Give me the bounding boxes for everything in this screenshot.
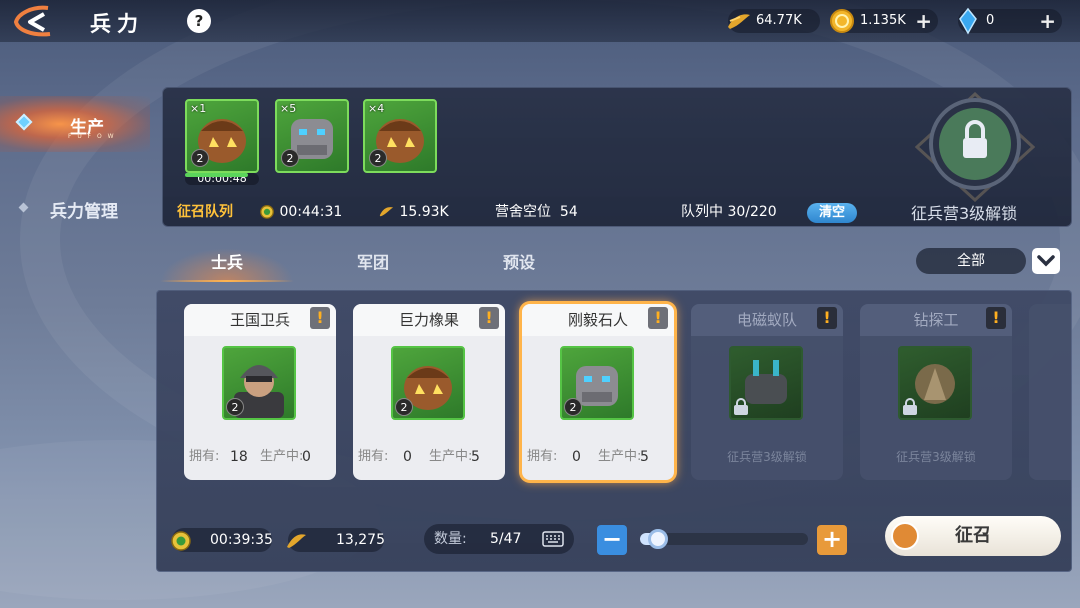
lock-icon [903,398,917,415]
sidebar-item-production[interactable]: 生产 F U F O W [0,96,150,152]
unit-level: 2 [191,149,209,167]
unlock-requirement: 征兵营3级解锁 [896,450,976,464]
stopwatch-icon [260,205,274,219]
queue-unit[interactable]: ×4 2 [363,99,437,173]
page-title: 兵力 [90,12,144,36]
unit-portrait: 2 [391,346,465,420]
current-unit-timer: 00:00:48 [185,173,259,185]
sidebar-item-troop-management[interactable]: 兵力管理 [0,190,150,226]
unit-tabs: 士兵 军团 预设 [160,248,700,282]
unlock-requirement: 征兵营3级解锁 [727,450,807,464]
info-alert-icon[interactable]: ! [817,307,837,329]
add-crystal-button[interactable]: + [1039,9,1056,33]
gold-value: 1.135K [860,13,906,28]
unit-count: ×1 [190,102,207,115]
queue-count: 队列中 30/220 [681,204,777,220]
filter-toggle-button[interactable] [1032,248,1060,274]
info-alert-icon[interactable]: ! [310,307,330,329]
queue-food-cost: 15.93K [377,200,449,224]
queue-label: 征召队列 [177,204,233,220]
unit-card-kingdom-guard[interactable]: 王国卫兵 ! 2 拥有: 18 生产中: 0 [184,304,336,480]
unit-level: 2 [226,398,244,416]
recruit-emblem-icon [891,522,919,550]
quantity-slider[interactable] [640,529,808,549]
food-value: 64.77K [756,13,802,28]
lock-icon [734,398,748,415]
unit-card-driller[interactable]: 钻探工 ! 征兵营3级解锁 [860,304,1012,480]
recruit-time: 00:39:35 [171,528,273,552]
food-resource: 64.77K [728,9,820,33]
crystal-value: 0 [986,13,995,28]
queue-unit[interactable]: ×5 2 [275,99,349,173]
chevron-down-icon [1037,255,1055,267]
back-icon[interactable] [8,2,60,40]
info-alert-icon[interactable]: ! [479,307,499,329]
unit-card-partial[interactable] [1029,304,1071,480]
unit-level: 2 [281,149,299,167]
barracks-lock-text: 征兵营3级解锁 [911,204,1018,223]
queue-total-time: 00:44:31 [259,200,342,224]
recruit-button[interactable]: 征召 [885,516,1061,556]
blue-crystal-icon [959,7,977,35]
unit-count: ×5 [280,102,297,115]
diamond-icon [15,113,33,131]
info-alert-icon[interactable]: ! [986,307,1006,329]
food-icon [287,534,306,548]
unit-portrait [898,346,972,420]
slider-handle[interactable] [647,529,668,549]
unit-portrait: 2 [560,346,634,420]
crystal-resource: 0 + [958,7,1062,35]
diamond-icon [18,202,29,213]
clear-queue-button[interactable]: 清空 [807,203,857,223]
recruit-food-cost: 13,275 [287,528,385,552]
tab-presets[interactable]: 预设 [452,248,586,282]
sidebar-item-sublabel: F U F O W [68,133,116,140]
unit-portrait: 2 [222,346,296,420]
unit-level: 2 [369,149,387,167]
stopwatch-icon [171,531,191,551]
locked-barracks-icon [915,92,1035,202]
unit-stats: 拥有: 0 生产中: 5 [527,449,649,465]
increase-button[interactable]: + [817,525,847,555]
recruit-queue-panel: ×1 2 ×5 2 ×4 2 00:00:48 征召队列 00:44:31 15… [162,87,1072,227]
unit-card-mighty-acorn[interactable]: 巨力橡果 ! 2 拥有: 0 生产中: 5 [353,304,505,480]
gold-resource: 1.135K + [830,9,938,33]
food-icon [379,207,394,217]
unit-card-steadfast-golem[interactable]: 刚毅石人 ! 2 拥有: 0 生产中: 5 [522,304,674,480]
filter-dropdown[interactable]: 全部 [916,248,1026,274]
help-button[interactable]: ? [187,9,211,33]
keyboard-icon[interactable] [542,531,564,547]
unit-portrait [729,346,803,420]
sidebar-item-label: 兵力管理 [50,202,118,222]
gold-coin-icon [830,9,854,33]
unit-stats: 拥有: 0 生产中: 5 [358,449,480,465]
decrease-button[interactable]: − [597,525,627,555]
tab-legion[interactable]: 军团 [306,248,440,282]
queue-unit[interactable]: ×1 2 [185,99,259,173]
add-gold-button[interactable]: + [915,9,932,33]
unit-level: 2 [395,398,413,416]
quantity-field[interactable]: 数量: 5/47 [424,524,574,554]
unit-stats: 拥有: 18 生产中: 0 [189,449,311,465]
top-bar: 兵力 ? 64.77K 1.135K + 0 + [0,0,1080,42]
tab-soldiers[interactable]: 士兵 [160,248,294,282]
food-icon [728,14,750,29]
info-alert-icon[interactable]: ! [648,307,668,329]
barracks-space: 营舍空位 54 [495,204,578,220]
unit-card-electro-ants[interactable]: 电磁蚁队 ! 征兵营3级解锁 [691,304,843,480]
timer-progress-bar [185,173,248,177]
unit-level: 2 [564,398,582,416]
unit-count: ×4 [368,102,385,115]
